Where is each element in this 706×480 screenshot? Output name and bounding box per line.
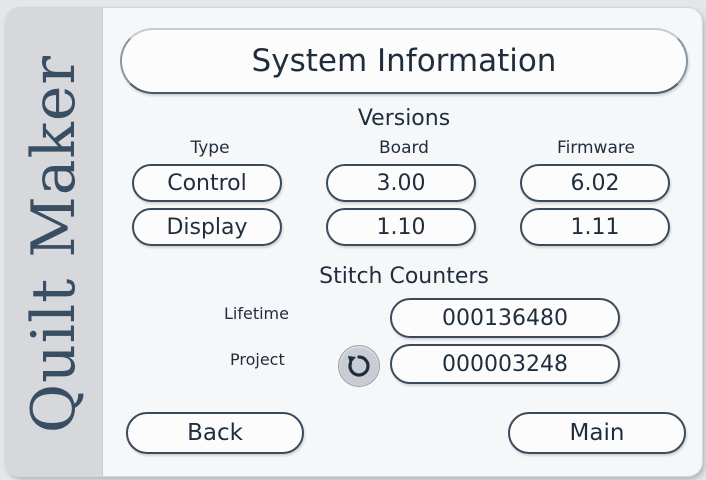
lifetime-label: Lifetime — [224, 304, 289, 323]
reset-project-button[interactable] — [338, 345, 380, 387]
firmware-display-field: 1.11 — [520, 208, 670, 246]
brand-sidebar: Quilt Maker — [6, 8, 103, 476]
board-control-field: 3.00 — [326, 164, 476, 202]
back-button[interactable]: Back — [126, 412, 304, 454]
versions-heading: Versions — [357, 106, 451, 131]
type-display-field: Display — [132, 208, 282, 246]
column-board-header: Board — [379, 138, 429, 158]
type-control-field: Control — [132, 164, 282, 202]
main-button[interactable]: Main — [508, 412, 686, 454]
page-title: System Information — [120, 28, 688, 94]
firmware-control-field: 6.02 — [520, 164, 670, 202]
app-frame: Quilt Maker System Information Versions … — [6, 8, 702, 476]
lifetime-counter-field: 000136480 — [390, 298, 620, 338]
board-display-field: 1.10 — [326, 208, 476, 246]
column-type-header: Type — [190, 138, 230, 158]
project-counter-field: 000003248 — [390, 344, 620, 384]
stitch-counters-heading: Stitch Counters — [319, 264, 489, 289]
brand-logo: Quilt Maker — [19, 54, 89, 434]
project-label: Project — [230, 350, 285, 369]
reset-counter-icon — [348, 355, 370, 377]
column-firmware-header: Firmware — [557, 138, 635, 158]
